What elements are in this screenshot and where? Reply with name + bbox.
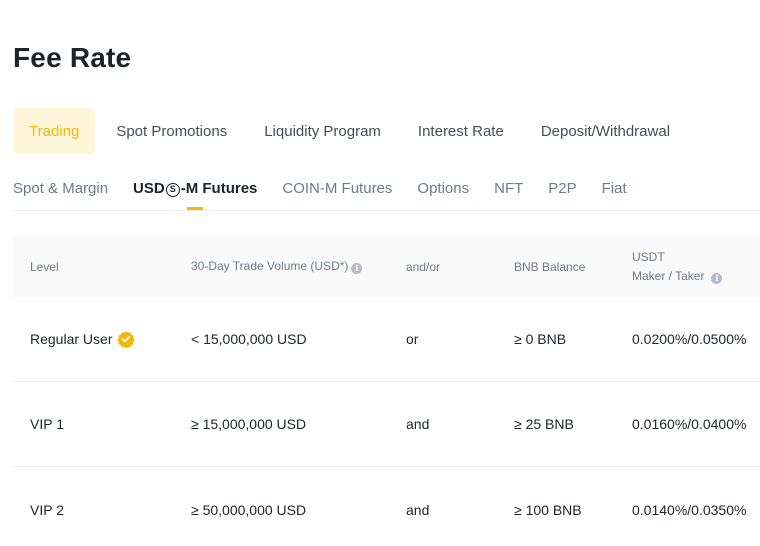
row-fee: 0.0200%/0.0500% (632, 331, 747, 347)
circled-s-icon: S (165, 183, 180, 197)
subtab-options[interactable]: Options (417, 178, 469, 210)
row-bnb-balance: ≥ 0 BNB (514, 331, 567, 347)
header-level: Level (30, 259, 59, 274)
subtab-fiat[interactable]: Fiat (602, 178, 627, 210)
subtab-usds-m-futures[interactable]: USD S -M Futures (133, 178, 257, 210)
header-fee-maker-taker-label: Maker / Taker (632, 268, 705, 283)
header-volume: 30-Day Trade Volume (USD*) i (191, 259, 363, 274)
header-fee: USDT Maker / Taker i (632, 248, 723, 286)
header-fee-currency: USDT (632, 249, 665, 264)
verified-badge-icon (117, 331, 136, 348)
header-fee-maker-taker: Maker / Taker i (632, 267, 723, 286)
subtab-spot-margin[interactable]: Spot & Margin (13, 178, 108, 210)
row-andor: or (406, 331, 419, 347)
row-andor: and (406, 416, 430, 432)
info-icon[interactable]: i (351, 263, 363, 274)
row-volume: ≥ 15,000,000 USD (191, 416, 307, 432)
tab-interest-rate[interactable]: Interest Rate (402, 108, 520, 154)
row-volume: ≥ 50,000,000 USD (191, 501, 307, 518)
tab-liquidity-program[interactable]: Liquidity Program (248, 108, 397, 154)
table-header: Level 30-Day Trade Volume (USD*) i and/or… (13, 236, 760, 297)
subtab-usds-prefix: USD (133, 180, 165, 197)
table-row: Regular User < 15,000,000 USD or ≥ 0 BNB… (13, 297, 760, 382)
fee-table: Level 30-Day Trade Volume (USD*) i and/or… (13, 236, 760, 546)
row-fee: 0.0160%/0.0400% (632, 416, 747, 432)
header-bnb-balance: BNB Balance (514, 259, 586, 274)
main-tabs: Trading Spot Promotions Liquidity Progra… (13, 108, 686, 154)
row-bnb-balance: ≥ 25 BNB (514, 416, 574, 432)
row-level: VIP 1 (30, 416, 64, 432)
header-andor: and/or (406, 259, 441, 274)
header-volume-label: 30-Day Trade Volume (USD*) (191, 259, 349, 273)
table-row: VIP 1 ≥ 15,000,000 USD and ≥ 25 BNB 0.01… (13, 382, 760, 467)
row-level-label: Regular User (30, 331, 113, 347)
row-bnb-balance: ≥ 100 BNB (514, 501, 582, 518)
row-level: VIP 2 (30, 501, 64, 518)
row-fee: 0.0140%/0.0350% (632, 501, 747, 518)
tab-trading[interactable]: Trading (13, 108, 96, 154)
tab-deposit-withdrawal[interactable]: Deposit/Withdrawal (525, 108, 686, 154)
row-andor: and (406, 501, 430, 518)
info-icon[interactable]: i (711, 272, 723, 284)
subtab-usds-suffix: -M Futures (180, 180, 258, 197)
row-level: Regular User (30, 330, 136, 348)
tab-spot-promotions[interactable]: Spot Promotions (100, 108, 243, 154)
subtab-p2p[interactable]: P2P (548, 178, 576, 210)
subtab-nft[interactable]: NFT (494, 178, 523, 210)
subtab-coin-m-futures[interactable]: COIN-M Futures (282, 178, 392, 210)
table-row: VIP 2 ≥ 50,000,000 USD and ≥ 100 BNB 0.0… (13, 467, 760, 546)
row-volume: < 15,000,000 USD (191, 331, 307, 347)
page-title: Fee Rate (13, 42, 132, 73)
sub-tabs: Spot & Margin USD S -M Futures COIN-M Futu… (13, 178, 760, 211)
